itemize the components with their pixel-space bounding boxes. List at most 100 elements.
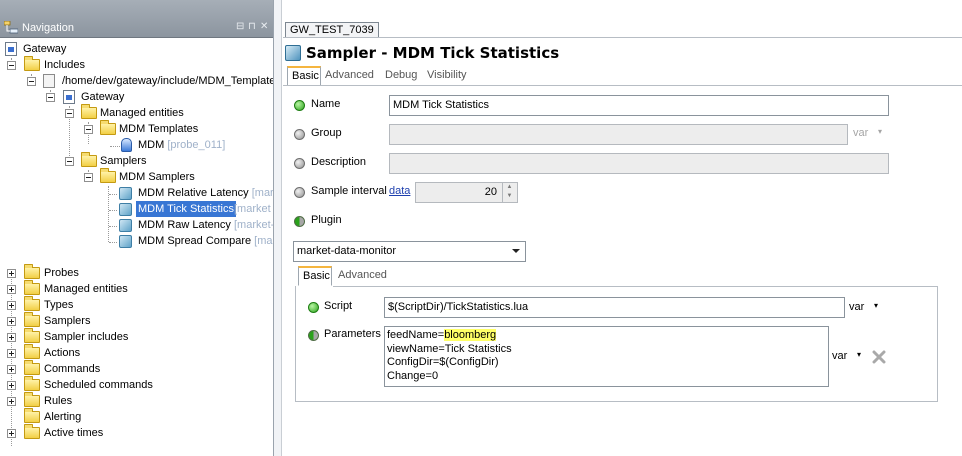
navigation-title: Navigation — [22, 22, 74, 34]
tree-item-probe: [probe_011] — [167, 139, 226, 151]
delete-icon[interactable] — [872, 350, 886, 364]
script-label: Script — [324, 300, 353, 312]
navigation-header: Navigation ⊟ ⊓ ✕ — [0, 0, 273, 38]
plugin-select[interactable]: market-data-monitor — [293, 241, 526, 262]
chevron-down-icon[interactable]: ▾ — [878, 127, 882, 136]
tree-item-commands[interactable]: Commands — [0, 360, 273, 377]
tree-item-managed-entities[interactable]: Managed entities — [0, 104, 273, 121]
tab-advanced[interactable]: Advanced — [325, 66, 374, 86]
tree-item-mdm-relative-latency[interactable]: MDM Relative Latency [mar — [0, 185, 274, 201]
spin-up-icon[interactable]: ▲ — [503, 183, 516, 192]
plugin-tab-basic[interactable]: Basic — [298, 266, 332, 286]
document-tab[interactable]: GW_TEST_7039 — [285, 22, 379, 38]
parameter-line: ConfigDir=$(ConfigDir) — [387, 356, 499, 368]
sample-interval-stepper[interactable]: ▲ ▼ — [502, 183, 516, 202]
tree-item-mdm-samplers[interactable]: MDM Samplers — [0, 168, 273, 185]
collapse-icon[interactable] — [65, 157, 74, 166]
tree-item-include-file[interactable]: /home/dev/gateway/include/MDM_Template — [0, 73, 273, 89]
group-input[interactable] — [389, 124, 848, 145]
tree-item-includes[interactable]: Includes — [0, 56, 273, 73]
expand-icon[interactable] — [7, 397, 16, 406]
parameter-key: feedName= — [387, 329, 445, 341]
expand-icon[interactable] — [7, 317, 16, 326]
gateway-doc-icon — [5, 42, 17, 56]
expand-icon[interactable] — [7, 349, 16, 358]
tab-basic[interactable]: Basic — [287, 66, 321, 86]
description-input[interactable] — [389, 153, 889, 174]
status-partial-icon — [308, 330, 319, 341]
tree-item-scheduled-commands[interactable]: Scheduled commands — [0, 376, 273, 393]
spin-down-icon[interactable]: ▼ — [503, 192, 516, 201]
tab-debug[interactable]: Debug — [385, 66, 417, 86]
tree-item-label: MDM Samplers — [119, 171, 195, 183]
parameters-label: Parameters — [324, 328, 381, 340]
tree-item-types[interactable]: Types — [0, 296, 273, 313]
tree-item-actions[interactable]: Actions — [0, 344, 273, 361]
plugin-row: Plugin — [283, 211, 962, 233]
chevron-down-icon[interactable]: ▾ — [857, 350, 861, 359]
pin-icon[interactable]: ⊓ — [248, 21, 256, 32]
tree-item-gateway[interactable]: Gateway — [0, 89, 273, 105]
script-input[interactable]: $(ScriptDir)/TickStatistics.lua — [384, 297, 845, 318]
tree-item-label: Managed entities — [100, 107, 184, 119]
expand-icon[interactable] — [7, 333, 16, 342]
collapse-icon[interactable] — [27, 77, 36, 86]
tree-item-alerting[interactable]: Alerting — [0, 408, 273, 425]
folder-icon — [100, 120, 116, 135]
expand-icon[interactable] — [7, 285, 16, 294]
tree-item-rules[interactable]: Rules — [0, 392, 273, 409]
tree-item-plugin: [mar — [251, 187, 274, 199]
tree-item-mdm-raw-latency[interactable]: MDM Raw Latency [market- — [0, 217, 273, 233]
panel-splitter[interactable] — [274, 0, 282, 456]
tree-item-managed-entities-root[interactable]: Managed entities — [0, 280, 273, 297]
parameter-line: viewName=Tick Statistics — [387, 342, 512, 355]
tree-item-mdm[interactable]: MDM [probe_011] — [0, 137, 273, 153]
tree-item-samplers-include[interactable]: Samplers — [0, 152, 273, 169]
sampler-icon — [285, 45, 301, 61]
tree-item-probes[interactable]: Probes — [0, 264, 273, 281]
tree-item-plugin: [market — [234, 203, 271, 215]
tree-item-mdm-templates[interactable]: MDM Templates — [0, 120, 273, 137]
tree-item-active-times[interactable]: Active times — [0, 424, 273, 441]
collapse-icon[interactable] — [7, 61, 16, 70]
tree-item-gateway-root[interactable]: Gateway — [0, 41, 273, 57]
expand-icon[interactable] — [7, 269, 16, 278]
minimize-icon[interactable]: ⊟ — [236, 21, 244, 32]
plugin-tab-advanced[interactable]: Advanced — [338, 266, 387, 286]
expand-icon[interactable] — [7, 301, 16, 310]
tree-item-label: Probes — [44, 267, 79, 279]
expand-icon[interactable] — [7, 365, 16, 374]
script-row: Script $(ScriptDir)/TickStatistics.lua v… — [283, 297, 962, 319]
tree-item-label: MDM Relative Latency — [138, 187, 249, 199]
tab-visibility[interactable]: Visibility — [427, 66, 467, 86]
sampler-icon — [119, 203, 132, 216]
group-row: Group var ▾ — [283, 124, 962, 146]
name-input[interactable]: MDM Tick Statistics — [389, 95, 889, 116]
tree-item-samplers[interactable]: Samplers — [0, 312, 273, 329]
expand-icon[interactable] — [7, 381, 16, 390]
parameters-var-label[interactable]: var — [832, 350, 847, 362]
script-var-label[interactable]: var — [849, 301, 864, 313]
collapse-icon[interactable] — [65, 109, 74, 118]
group-var-label[interactable]: var — [853, 127, 868, 139]
sampler-icon — [119, 235, 132, 248]
collapse-icon[interactable] — [46, 93, 55, 102]
close-icon[interactable]: ✕ — [260, 21, 268, 32]
description-label: Description — [311, 156, 367, 168]
tree-item-label: MDM — [138, 139, 165, 151]
tree-item-mdm-tick-statistics[interactable]: MDM Tick Statistics [market — [0, 201, 273, 217]
collapse-icon[interactable] — [84, 125, 93, 134]
chevron-down-icon[interactable]: ▾ — [874, 301, 878, 310]
parameters-textarea[interactable]: feedName=bloomberg viewName=Tick Statist… — [384, 326, 829, 387]
data-link[interactable]: data — [389, 185, 410, 197]
folder-icon — [24, 280, 40, 295]
chevron-down-icon[interactable] — [512, 249, 520, 253]
status-partial-icon — [294, 216, 305, 227]
expand-icon[interactable] — [7, 429, 16, 438]
tree-item-mdm-spread-compare[interactable]: MDM Spread Compare [mar — [0, 233, 273, 249]
sample-interval-row: Sample interval data 20 ▲ ▼ — [283, 182, 962, 204]
tree-item-sampler-includes[interactable]: Sampler includes — [0, 328, 273, 345]
probe-icon — [121, 138, 132, 152]
plugin-label: Plugin — [311, 214, 342, 226]
collapse-icon[interactable] — [84, 173, 93, 182]
